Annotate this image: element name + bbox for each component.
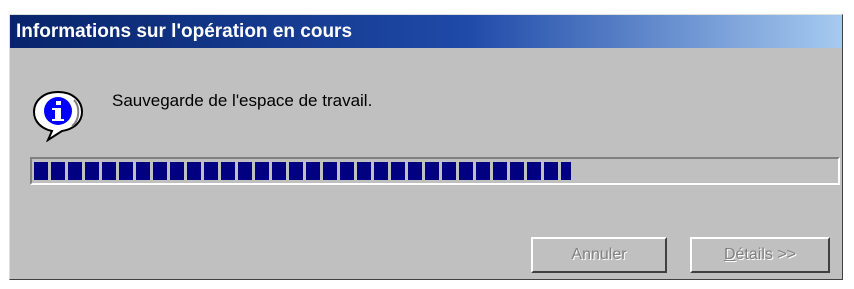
title-bar[interactable]: Informations sur l'opération en cours xyxy=(10,15,842,48)
progress-bar xyxy=(30,157,840,185)
dialog-window: Informations sur l'opération en cours Sa… xyxy=(9,14,843,280)
details-label: étails >> xyxy=(735,246,797,263)
details-button[interactable]: Détails >> xyxy=(690,237,830,273)
window-title: Informations sur l'opération en cours xyxy=(16,21,353,42)
status-message: Sauvegarde de l'espace de travail. xyxy=(112,91,373,110)
cancel-button[interactable]: Annuler xyxy=(531,237,667,273)
details-label-hotkey: D xyxy=(723,246,736,263)
progress-fill xyxy=(34,162,571,180)
info-icon xyxy=(32,90,84,142)
